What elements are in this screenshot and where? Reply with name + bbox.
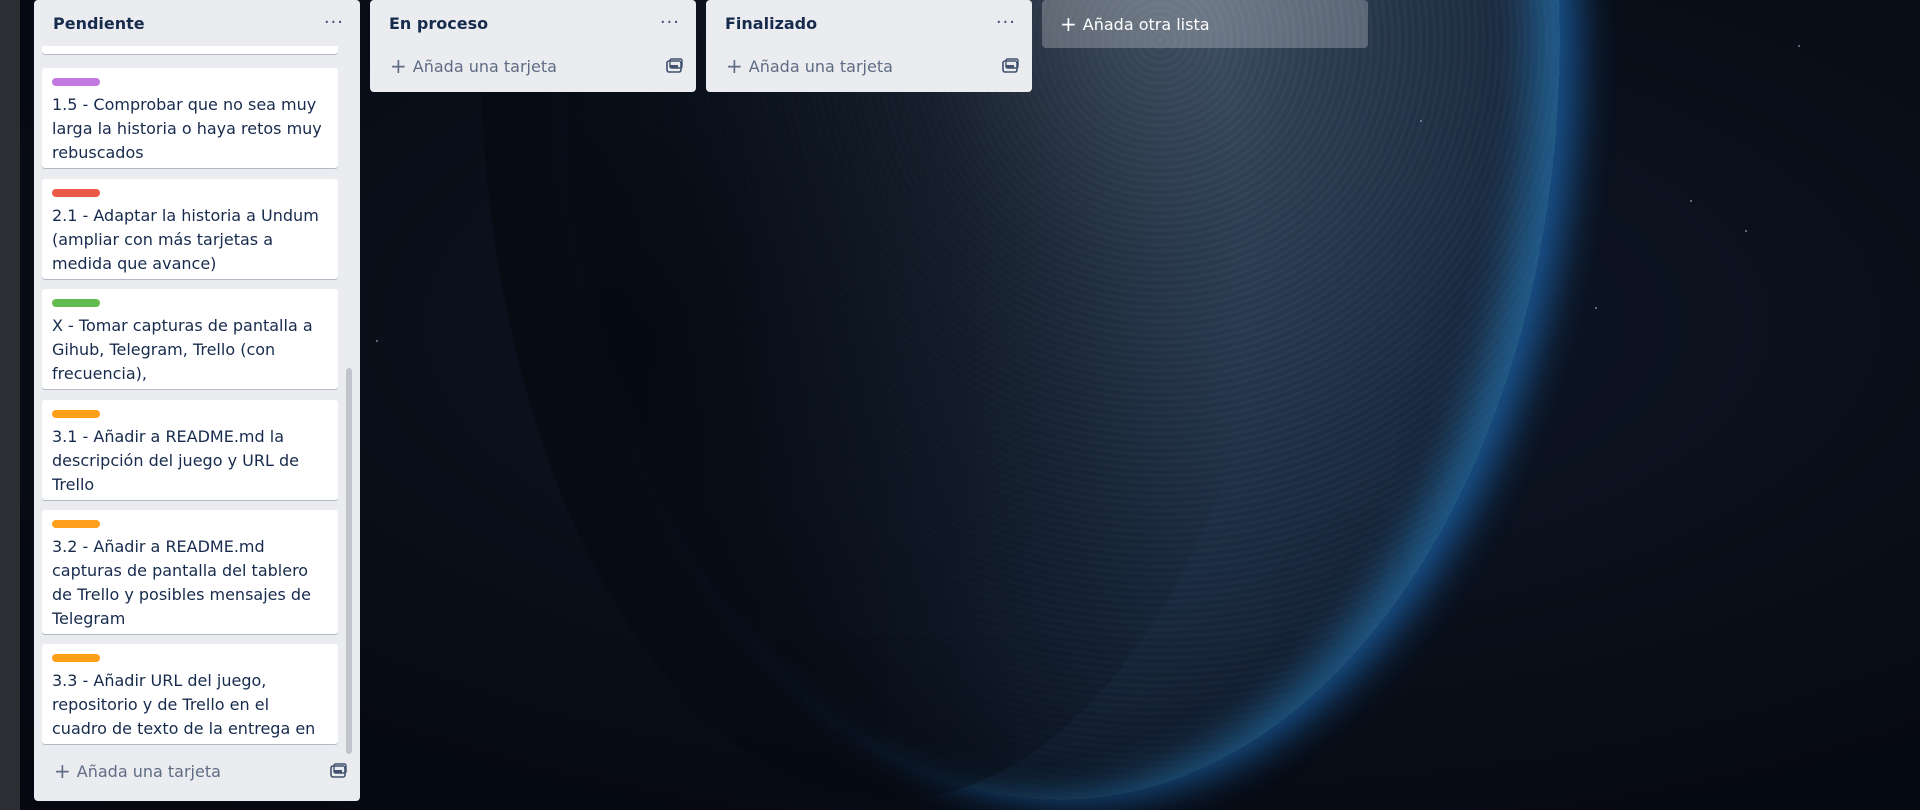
card-label[interactable] [52,410,100,418]
list-scrollbar[interactable] [346,368,352,754]
ellipsis-icon[interactable]: ··· [654,14,686,32]
background-star [1745,230,1747,232]
background-star [376,340,378,342]
add-list-label: Añada otra lista [1082,14,1210,34]
add-card-label: Añada una tarjeta [748,56,893,76]
card-container[interactable]: 1.5 - Comprobar que no sea muy larga la … [42,46,338,746]
card-label[interactable] [52,299,100,307]
card[interactable]: 3.1 - Añadir a README.md la descripción … [42,400,338,500]
add-card-button[interactable]: + Añada una tarjeta [370,46,696,86]
add-card-label: Añada una tarjeta [76,761,221,781]
card-title: 3.2 - Añadir a README.md capturas de pan… [52,537,311,628]
list-title[interactable]: Pendiente [53,14,145,33]
plus-icon: + [1060,12,1077,36]
list-header: Finalizado ··· [706,0,1032,46]
add-card-button[interactable]: + Añada una tarjeta [706,46,1032,86]
card-title: X - Tomar capturas de pantalla a Gihub, … [52,316,313,383]
ellipsis-icon[interactable]: ··· [318,14,350,32]
background-star [1690,200,1692,202]
card-template-icon[interactable] [330,763,348,779]
card[interactable]: 2.1 - Adaptar la historia a Undum (ampli… [42,179,338,279]
card-template-icon[interactable] [1002,58,1020,74]
plus-icon: + [390,54,407,78]
background-star [1420,120,1422,122]
card-partial[interactable] [42,46,338,54]
card-label[interactable] [52,78,100,86]
card[interactable]: 1.5 - Comprobar que no sea muy larga la … [42,68,338,168]
list-pendiente: Pendiente ··· 1.5 - Comprobar que no sea… [34,0,360,801]
card-title: 3.1 - Añadir a README.md la descripción … [52,427,299,494]
add-card-button[interactable]: + Añada una tarjeta [34,751,360,791]
plus-icon: + [726,54,743,78]
card-title: 1.5 - Comprobar que no sea muy larga la … [52,95,322,162]
list-header: En proceso ··· [370,0,696,46]
card-title: 3.3 - Añadir URL del juego, repositorio … [52,671,316,746]
list-finalizado: Finalizado ··· + Añada una tarjeta [706,0,1032,92]
card-title: 2.1 - Adaptar la historia a Undum (ampli… [52,206,319,273]
ellipsis-icon[interactable]: ··· [990,14,1022,32]
card[interactable]: X - Tomar capturas de pantalla a Gihub, … [42,289,338,389]
card-label[interactable] [52,520,100,528]
card-label[interactable] [52,189,100,197]
card-label[interactable] [52,654,100,662]
background-star [1798,45,1800,47]
list-header: Pendiente ··· [34,0,360,46]
card-template-icon[interactable] [666,58,684,74]
card[interactable]: 3.2 - Añadir a README.md capturas de pan… [42,510,338,634]
list-title[interactable]: Finalizado [725,14,817,33]
card[interactable]: 3.3 - Añadir URL del juego, repositorio … [42,644,338,746]
list-title[interactable]: En proceso [389,14,488,33]
list-en-proceso: En proceso ··· + Añada una tarjeta [370,0,696,92]
left-sidebar-edge [0,0,20,810]
add-card-label: Añada una tarjeta [412,56,557,76]
background-star [1595,307,1597,309]
add-list-button[interactable]: + Añada otra lista [1042,0,1368,48]
plus-icon: + [54,759,71,783]
